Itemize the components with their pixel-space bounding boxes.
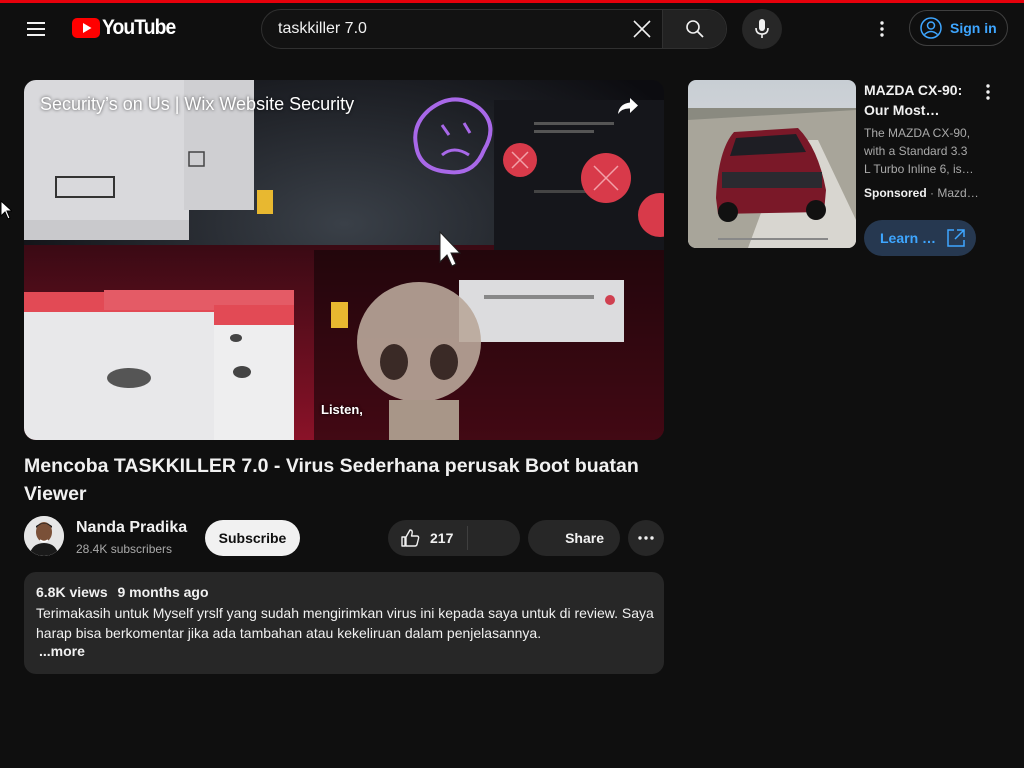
logo-text: YouTube [102, 16, 176, 39]
ad-car-image [688, 80, 856, 248]
video-title: Mencoba TASKKILLER 7.0 - Virus Sederhana… [24, 455, 639, 505]
view-count: 6.8K views [36, 584, 108, 600]
account-icon [920, 17, 942, 39]
menu-icon [27, 22, 45, 36]
description-text: Terimakasih untuk Myself yrslf yang suda… [36, 605, 654, 641]
more-horiz-icon [638, 536, 654, 540]
top-header: YouTube taskkiller 7.0 Sign in [0, 3, 1024, 53]
share-arrow-icon [618, 98, 638, 114]
thumb-up-icon [401, 529, 420, 547]
description-meta: 6.8K views 9 months ago [36, 584, 652, 600]
channel-avatar[interactable] [24, 516, 64, 556]
like-dislike-bar: 217 [388, 520, 520, 556]
youtube-logo[interactable]: YouTube [72, 16, 182, 40]
search-input[interactable] [262, 10, 622, 48]
clear-search-button[interactable] [622, 10, 662, 48]
mic-icon [755, 19, 769, 38]
sponsored-label: Sponsored [864, 186, 927, 200]
description-box[interactable]: 6.8K views 9 months ago Terimakasih untu… [24, 572, 664, 674]
menu-button[interactable] [18, 11, 54, 47]
subscribe-button[interactable]: Subscribe [205, 520, 300, 556]
ad-learn-more-button[interactable]: Learn … [864, 220, 976, 256]
ad-description: The MAZDA CX-90, with a Standard 3.3 L T… [864, 126, 974, 176]
ad-thumbnail[interactable] [688, 80, 856, 248]
search-button[interactable] [662, 10, 726, 48]
overlay-share-button[interactable] [612, 90, 644, 122]
search-box [261, 9, 727, 49]
open-external-icon [947, 229, 965, 247]
ad-sponsored-line: Sponsored · Mazd… [864, 186, 979, 200]
ad-title[interactable]: MAZDA CX-90: Our Most… [864, 80, 976, 120]
more-vert-icon [986, 84, 990, 100]
share-button[interactable]: Share [528, 520, 620, 556]
ad-more-button[interactable] [976, 80, 1000, 104]
youtube-logo-icon [72, 18, 100, 38]
subtitle-caption: Listen, [321, 402, 363, 417]
show-more-link[interactable]: ...more [39, 643, 85, 659]
dislike-button[interactable] [468, 520, 520, 556]
subscriber-count: 28.4K subscribers [76, 542, 173, 556]
video-player[interactable]: Security’s on Us | Wix Website Security … [24, 80, 664, 440]
clear-icon [633, 20, 651, 38]
sign-in-button[interactable]: Sign in [909, 10, 1008, 46]
settings-more-button[interactable] [864, 11, 900, 47]
like-count: 217 [430, 530, 454, 546]
learn-more-label: Learn … [880, 230, 937, 246]
more-vert-icon [880, 21, 884, 37]
like-button[interactable]: 217 [388, 520, 467, 556]
upload-age: 9 months ago [117, 584, 209, 600]
video-frame [24, 80, 664, 440]
channel-name[interactable]: Nanda Pradika [76, 519, 187, 537]
advertiser-name: Mazd… [937, 186, 979, 200]
voice-search-button[interactable] [742, 9, 782, 49]
overlay-video-title[interactable]: Security’s on Us | Wix Website Security [40, 94, 354, 115]
sign-in-label: Sign in [950, 20, 997, 36]
search-icon [685, 20, 704, 38]
mouse-cursor-icon [0, 200, 12, 220]
avatar-image [24, 516, 64, 556]
more-actions-button[interactable] [628, 520, 664, 556]
